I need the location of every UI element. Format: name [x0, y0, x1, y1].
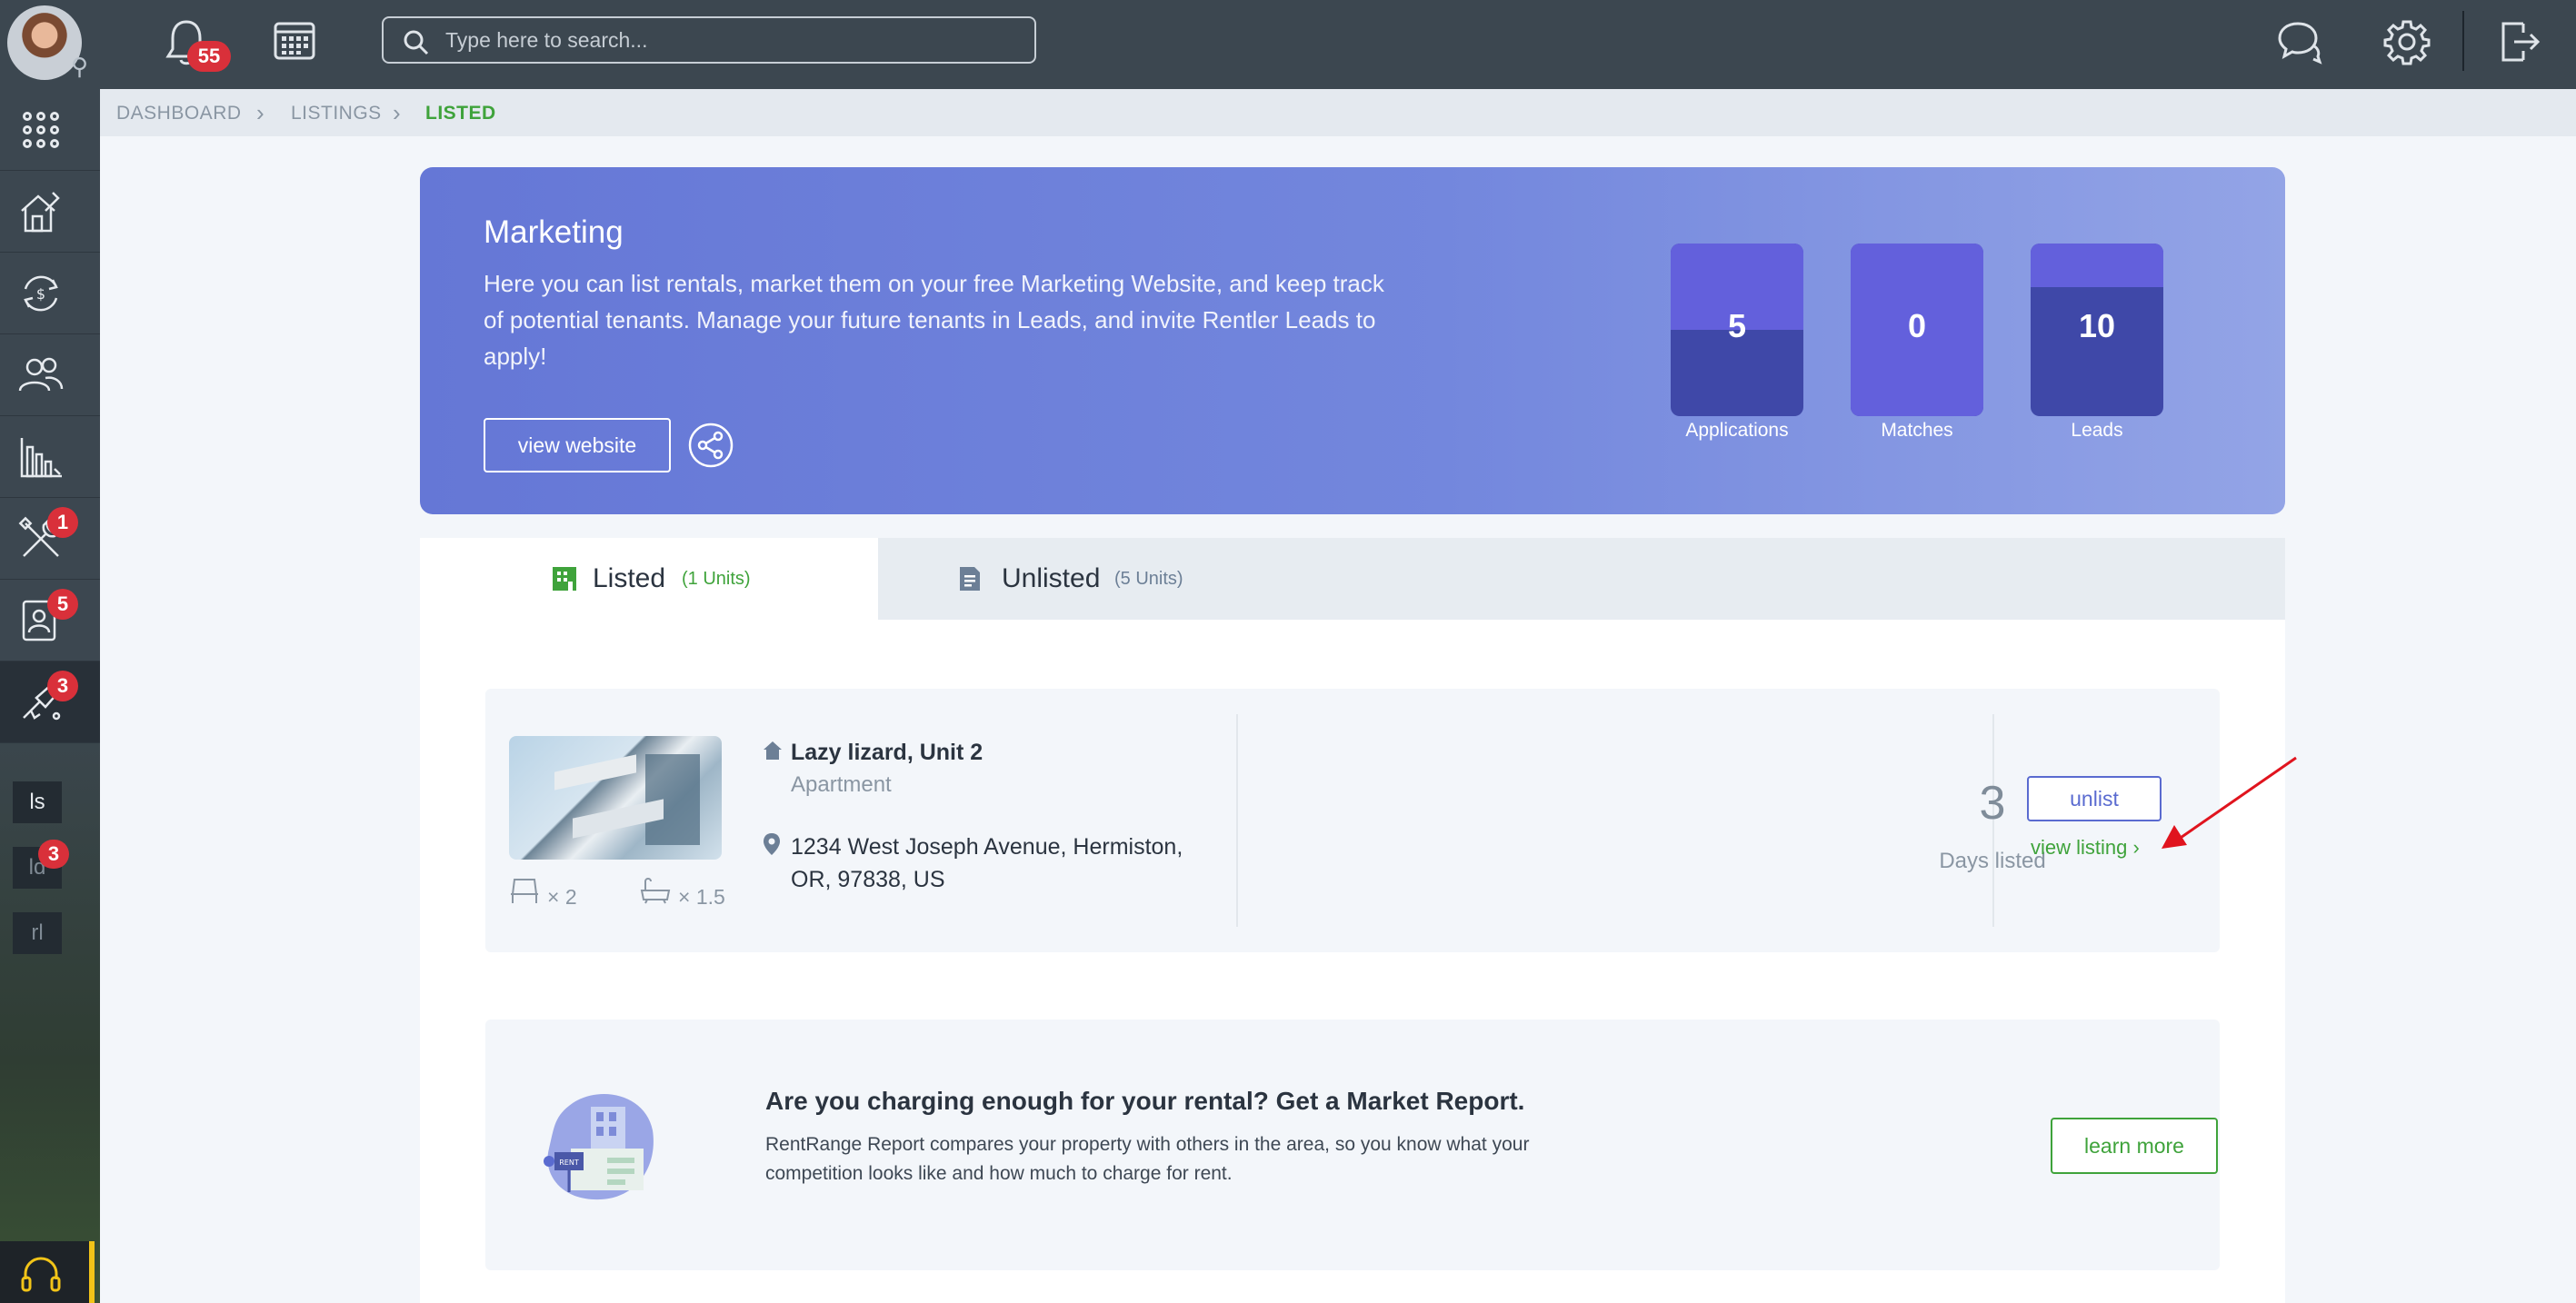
tab-listed[interactable]: Listed (1 Units) — [420, 538, 878, 620]
people-icon — [18, 357, 64, 392]
beds-count: × 2 — [547, 885, 577, 909]
breadcrumb: DASHBOARD › LISTINGS › LISTED — [100, 89, 2576, 136]
chevron-right-icon: › — [393, 99, 401, 126]
tenants-badge: 5 — [47, 589, 78, 620]
sidebar-item-apps[interactable] — [0, 89, 100, 171]
baths-count: × 1.5 — [678, 885, 725, 909]
share-icon[interactable] — [687, 422, 734, 469]
home-icon — [764, 741, 782, 760]
listing-card: × 2 × 1.5 Lazy lizard, Unit 2 Apartment … — [485, 689, 2220, 952]
leads-stat-box[interactable]: 10 — [2031, 244, 2163, 416]
apps-grid-icon — [23, 112, 59, 148]
card-divider — [1236, 714, 1238, 927]
bed-icon — [511, 879, 538, 903]
applications-label: Applications — [1685, 420, 1789, 441]
listings-content: × 2 × 1.5 Lazy lizard, Unit 2 Apartment … — [420, 620, 2285, 1303]
sidebar: $ 1 5 3 ls ld 3 rl — [0, 89, 100, 1303]
view-website-button[interactable]: view website — [484, 418, 671, 472]
market-report-description: RentRange Report compares your property … — [765, 1134, 1530, 1184]
document-icon — [960, 567, 980, 591]
support-button[interactable] — [0, 1241, 95, 1303]
listing-type: Apartment — [791, 772, 892, 797]
maintenance-badge: 1 — [47, 507, 78, 538]
search-input[interactable] — [445, 25, 1009, 55]
calendar-icon[interactable] — [273, 18, 316, 62]
search-box — [382, 16, 1036, 64]
pin-icon[interactable]: ⚲ — [71, 53, 88, 81]
applications-stat-box[interactable]: 5 — [1671, 244, 1803, 416]
sidebar-item-marketing[interactable]: 3 — [0, 661, 100, 743]
annotation-arrow-icon — [2162, 756, 2297, 849]
tab-unlisted-count: (5 Units) — [1114, 569, 1183, 589]
sidebar-mini-ld-badge: 3 — [38, 840, 69, 869]
sidebar-item-tenants[interactable]: 5 — [0, 580, 100, 661]
marketing-badge: 3 — [47, 671, 78, 701]
svg-text:$: $ — [36, 285, 45, 303]
tab-listed-label: Listed — [593, 563, 666, 593]
notification-count-badge: 55 — [187, 41, 231, 72]
sidebar-mini-ls[interactable]: ls — [13, 781, 62, 823]
listing-photo[interactable] — [509, 736, 722, 860]
matches-label: Matches — [1881, 420, 1953, 441]
marketing-banner: Marketing Here you can list rentals, mar… — [420, 167, 2285, 514]
breadcrumb-listed: LISTED — [425, 103, 496, 124]
payments-cycle-icon: $ — [24, 275, 58, 312]
search-icon — [404, 30, 429, 55]
breadcrumb-dashboard[interactable]: DASHBOARD — [116, 103, 242, 124]
applications-count: 5 — [1727, 307, 1747, 344]
location-pin-icon — [764, 833, 780, 855]
market-report-title: Are you charging enough for your rental?… — [765, 1087, 1525, 1115]
tab-listed-count: (1 Units) — [682, 569, 751, 589]
top-bar-divider — [2462, 11, 2464, 71]
marketing-title: Marketing — [484, 214, 624, 250]
sidebar-item-payments[interactable]: $ — [0, 253, 100, 334]
tab-unlisted-label: Unlisted — [1002, 563, 1101, 593]
sidebar-mini-rl[interactable]: rl — [13, 912, 62, 954]
leads-stat-fill — [2031, 244, 2163, 287]
chevron-right-icon: › — [256, 99, 265, 126]
listing-address: 1234 West Joseph Avenue, Hermiston, OR, … — [791, 834, 1183, 892]
matches-stat-box[interactable]: 0 — [1851, 244, 1983, 416]
building-icon — [553, 567, 576, 591]
leads-label: Leads — [2071, 420, 2123, 441]
unlist-button[interactable]: unlist — [2027, 776, 2162, 821]
view-listing-link[interactable]: view listing › — [2031, 836, 2140, 860]
marketing-description: Here you can list rentals, market them o… — [484, 270, 1384, 370]
sidebar-item-people[interactable] — [0, 334, 100, 416]
logout-icon[interactable] — [2498, 18, 2541, 65]
listing-name[interactable]: Lazy lizard, Unit 2 — [791, 740, 983, 766]
properties-house-icon — [21, 192, 60, 233]
bathtub-icon — [640, 878, 671, 904]
sidebar-item-reports[interactable] — [0, 416, 100, 498]
market-report-card: RENT Are you charging enough for your re… — [485, 1020, 2220, 1270]
listing-tabs: Listed (1 Units) Unlisted (5 Units) — [420, 538, 2285, 620]
reports-chart-icon — [20, 438, 62, 478]
top-bar: ⚲ 55 — [0, 0, 2576, 89]
tab-unlisted[interactable]: Unlisted (5 Units) — [878, 538, 2285, 620]
settings-gear-icon[interactable] — [2383, 18, 2431, 65]
sidebar-item-maintenance[interactable]: 1 — [0, 498, 100, 580]
matches-count: 0 — [1907, 307, 1927, 344]
headset-icon — [21, 1257, 61, 1292]
leads-count: 10 — [2078, 307, 2116, 344]
market-report-illustration: RENT — [544, 1094, 654, 1200]
breadcrumb-listings[interactable]: LISTINGS — [291, 103, 382, 124]
rent-sign-text: RENT — [559, 1159, 579, 1167]
learn-more-button[interactable]: learn more — [2051, 1118, 2218, 1174]
chat-icon[interactable] — [2276, 18, 2323, 65]
sidebar-item-properties[interactable] — [0, 171, 100, 253]
